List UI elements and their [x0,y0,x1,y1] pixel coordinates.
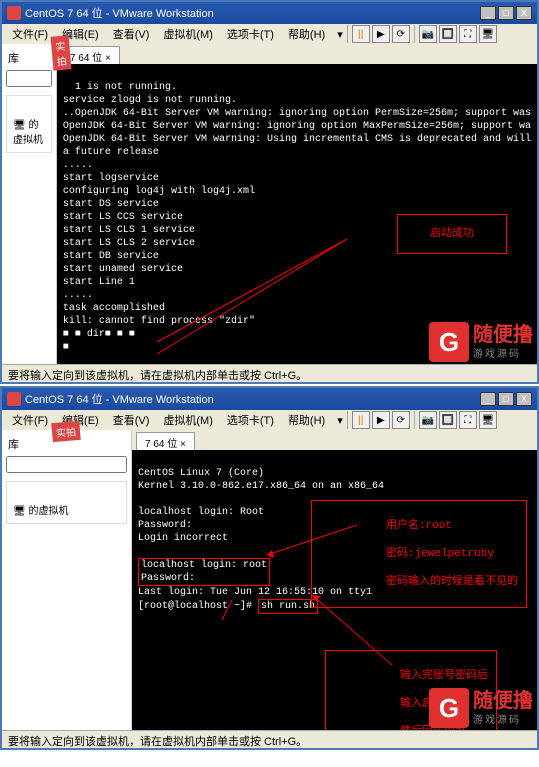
login-highlight: localhost login: root Password: [138,558,270,586]
vm-item-label: 的虚拟机 [28,506,68,517]
watermark-logo: G [429,322,469,362]
toolbar-button[interactable]: ⛶ [459,25,477,43]
command-highlight: sh run.sh [258,599,318,614]
toolbar-button[interactable]: ▶ [372,25,390,43]
menu-view[interactable]: 查看(V) [107,25,156,43]
tab-header: 7 64 位 × [132,430,537,450]
menu-help[interactable]: 帮助(H) [282,411,331,429]
maximize-button[interactable]: □ [498,392,514,406]
watermark-logo: G [429,688,469,728]
statusbar: 要将输入定向到该虚拟机，请在虚拟机内部单击或按 Ctrl+G。 [2,364,537,382]
menubar: 文件(F) 编辑(E) 查看(V) 虚拟机(M) 选项卡(T) 帮助(H) ▾ … [2,410,537,430]
maximize-button[interactable]: □ [498,6,514,20]
menu-view[interactable]: 查看(V) [107,411,156,429]
toolbar-separator [414,25,415,43]
tab-header: 7 64 位 × [57,44,537,64]
watermark-sub: 游戏源码 [473,345,533,360]
vm-folder-icon: 🖥 [13,120,28,131]
menu-dropdown-icon[interactable]: ▾ [337,414,343,427]
pause-button[interactable]: || [352,25,370,43]
app-icon [7,6,21,20]
window-controls: _ □ X [480,392,532,406]
tab-centos[interactable]: 7 64 位 × [136,432,195,452]
menu-tabs[interactable]: 选项卡(T) [221,25,280,43]
library-search-input[interactable] [6,456,127,473]
sidebar: 库 实拍 🖥 的虚拟机 [2,430,132,730]
menubar: 文件(F) 编辑(E) 查看(V) 虚拟机(M) 选项卡(T) 帮助(H) ▾ … [2,24,537,44]
close-tab-icon[interactable]: × [180,439,186,450]
menu-vm[interactable]: 虚拟机(M) [157,411,219,429]
toolbar-button[interactable]: 🖥 [479,411,497,429]
toolbar-separator [347,25,348,43]
toolbar-button[interactable]: ⛶ [459,411,477,429]
annotation-success: 启动成功 [397,214,507,254]
statusbar: 要将输入定向到该虚拟机，请在虚拟机内部单击或按 Ctrl+G。 [2,730,537,748]
app-icon [7,392,21,406]
close-tab-icon[interactable]: × [105,53,111,64]
toolbar-button[interactable]: ▶ [372,411,390,429]
terminal[interactable]: 1 is not running. service zlogd is not r… [57,64,537,364]
menu-file[interactable]: 文件(F) [6,25,54,43]
toolbar-button[interactable]: ⟳ [392,25,410,43]
watermark-sub: 游戏源码 [473,711,533,726]
minimize-button[interactable]: _ [480,392,496,406]
window-controls: _ □ X [480,6,532,20]
menu-tabs[interactable]: 选项卡(T) [221,411,280,429]
toolbar-button[interactable]: 📷 [419,25,437,43]
toolbar-separator [414,411,415,429]
library-label: 库 [6,48,52,68]
close-button[interactable]: X [516,6,532,20]
menu-help[interactable]: 帮助(H) [282,25,331,43]
minimize-button[interactable]: _ [480,6,496,20]
library-search-input[interactable] [6,70,52,87]
watermark-badge: 实拍 [51,35,72,70]
watermark-badge: 实拍 [51,421,81,442]
vm-folder-icon: 🖥 [13,506,28,517]
vm-list-item[interactable]: 🖥 的虚拟机 [6,481,127,524]
toolbar-button[interactable]: 🖥 [479,25,497,43]
toolbar-button[interactable]: ⟳ [392,411,410,429]
watermark: G 随便撸 游戏源码 [429,322,533,362]
menu-vm[interactable]: 虚拟机(M) [157,25,219,43]
toolbar-button[interactable]: 📷 [419,411,437,429]
menu-file[interactable]: 文件(F) [6,411,54,429]
toolbar-separator [347,411,348,429]
titlebar: CentOS 7 64 位 - VMware Workstation _ □ X [2,388,537,410]
window-title: CentOS 7 64 位 - VMware Workstation [25,5,214,21]
watermark-main: 随便撸 [473,691,533,711]
watermark: G 随便撸 游戏源码 [429,688,533,728]
vm-window-1: CentOS 7 64 位 - VMware Workstation _ □ X… [0,0,539,384]
vm-list-item[interactable]: 🖥 的虚拟机 [6,95,52,153]
close-button[interactable]: X [516,392,532,406]
titlebar: CentOS 7 64 位 - VMware Workstation _ □ X [2,2,537,24]
toolbar-button[interactable]: 🔲 [439,25,457,43]
sidebar: 库 实拍 🖥 的虚拟机 [2,44,57,364]
toolbar-button[interactable]: 🔲 [439,411,457,429]
window-title: CentOS 7 64 位 - VMware Workstation [25,391,214,407]
pause-button[interactable]: || [352,411,370,429]
menu-dropdown-icon[interactable]: ▾ [337,28,343,41]
vm-window-2: CentOS 7 64 位 - VMware Workstation _ □ X… [0,386,539,750]
watermark-main: 随便撸 [473,325,533,345]
